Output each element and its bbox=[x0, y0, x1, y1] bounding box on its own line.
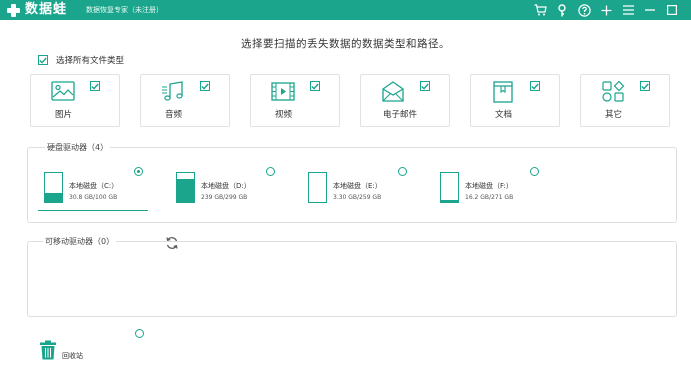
drive-size: 16.2 GB/271 GB bbox=[465, 194, 514, 201]
title-bar-actions bbox=[529, 0, 683, 20]
type-card-audio[interactable]: 音频 bbox=[140, 74, 230, 127]
type-label-document: 文档 bbox=[495, 110, 513, 120]
type-label-audio: 音频 bbox=[165, 110, 183, 120]
drive-name: 本地磁盘（D:） bbox=[201, 182, 251, 190]
drive-f-radio[interactable] bbox=[530, 167, 539, 176]
drive-d-radio[interactable] bbox=[266, 167, 275, 176]
music-icon bbox=[161, 81, 185, 103]
removable-drive-panel-title: 可移动驱动器（0） bbox=[43, 236, 117, 247]
type-card-email[interactable]: 电子邮件 bbox=[360, 74, 450, 127]
type-checkbox-image[interactable] bbox=[90, 81, 100, 91]
image-icon bbox=[51, 81, 75, 103]
hard-drive-panel-title: 硬盘驱动器（4） bbox=[45, 142, 111, 153]
disk-icon bbox=[44, 172, 63, 203]
select-all-checkbox[interactable] bbox=[38, 55, 48, 65]
drive-size: 30.8 GB/100 GB bbox=[69, 194, 118, 201]
type-label-image: 图片 bbox=[55, 110, 73, 120]
trash-icon[interactable] bbox=[39, 340, 57, 360]
help-icon[interactable] bbox=[573, 0, 595, 20]
drive-c-radio[interactable] bbox=[134, 167, 143, 176]
drive-e-radio[interactable] bbox=[398, 167, 407, 176]
email-icon bbox=[381, 81, 405, 103]
drive-name: 本地磁盘（F:） bbox=[465, 182, 513, 190]
disk-icon bbox=[176, 172, 195, 203]
video-icon bbox=[271, 81, 295, 103]
drive-name: 本地磁盘（E:） bbox=[333, 182, 382, 190]
type-checkbox-email[interactable] bbox=[420, 81, 430, 91]
menu-icon[interactable] bbox=[617, 0, 639, 20]
close-icon[interactable] bbox=[661, 0, 683, 20]
type-label-other: 其它 bbox=[605, 110, 623, 120]
type-card-image[interactable]: 图片 bbox=[30, 74, 120, 127]
drive-size: 239 GB/299 GB bbox=[201, 194, 248, 201]
document-icon bbox=[491, 81, 515, 103]
type-card-video[interactable]: 视频 bbox=[250, 74, 340, 127]
refresh-icon[interactable] bbox=[165, 235, 179, 249]
drive-d[interactable]: 本地磁盘（D:） 239 GB/299 GB bbox=[176, 172, 286, 212]
app-name: 数据蛙 bbox=[25, 2, 68, 17]
type-checkbox-other[interactable] bbox=[640, 81, 650, 91]
removable-drive-panel bbox=[27, 241, 677, 317]
type-checkbox-audio[interactable] bbox=[200, 81, 210, 91]
drive-c[interactable]: 本地磁盘（C:） 30.8 GB/100 GB bbox=[44, 172, 154, 212]
type-checkbox-video[interactable] bbox=[310, 81, 320, 91]
recycle-bin-label: 回收站 bbox=[62, 352, 83, 360]
selected-drive-indicator bbox=[38, 210, 148, 211]
type-card-other[interactable]: 其它 bbox=[580, 74, 670, 127]
key-icon[interactable] bbox=[551, 0, 573, 20]
type-label-email: 电子邮件 bbox=[383, 110, 418, 120]
drive-size: 3.30 GB/259 GB bbox=[333, 194, 382, 201]
select-all-label: 选择所有文件类型 bbox=[56, 56, 125, 66]
logo-cross-icon bbox=[6, 3, 21, 18]
disk-icon bbox=[308, 172, 327, 203]
plus-icon[interactable] bbox=[595, 0, 617, 20]
title-bar: 数据蛙 数据恢复专家（未注册） bbox=[0, 0, 691, 20]
type-card-document[interactable]: 文档 bbox=[470, 74, 560, 127]
minimize-icon[interactable] bbox=[639, 0, 661, 20]
drive-f[interactable]: 本地磁盘（F:） 16.2 GB/271 GB bbox=[440, 172, 550, 212]
app-subtitle: 数据恢复专家（未注册） bbox=[86, 6, 163, 14]
select-all-types[interactable]: 选择所有文件类型 bbox=[38, 54, 124, 66]
disk-icon bbox=[440, 172, 459, 203]
other-icon bbox=[601, 80, 625, 103]
cart-icon[interactable] bbox=[529, 0, 551, 20]
app-logo: 数据蛙 bbox=[6, 2, 67, 18]
recycle-bin-radio[interactable] bbox=[135, 329, 144, 338]
drive-name: 本地磁盘（C:） bbox=[69, 182, 119, 190]
page-title: 选择要扫描的丢失数据的数据类型和路径。 bbox=[241, 38, 450, 50]
drive-e[interactable]: 本地磁盘（E:） 3.30 GB/259 GB bbox=[308, 172, 418, 212]
type-checkbox-document[interactable] bbox=[530, 81, 540, 91]
type-label-video: 视频 bbox=[275, 110, 293, 120]
